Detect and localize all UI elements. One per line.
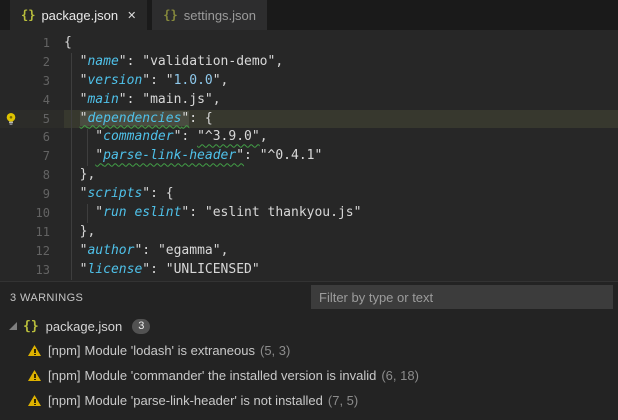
problem-source: [npm]	[48, 393, 81, 408]
line-number: 11	[35, 224, 50, 239]
problem-item[interactable]: [npm] Module 'commander' the installed v…	[0, 363, 618, 388]
editor-lines: 1{2 "name": "validation-demo", 3 "version…	[0, 34, 618, 280]
problem-item[interactable]: [npm] Module 'lodash' is extraneous (5, …	[0, 338, 618, 363]
tab-label: package.json	[41, 7, 119, 23]
code-text[interactable]: "version": "1.0.0",	[64, 72, 618, 91]
close-icon[interactable]: ✕	[127, 9, 136, 22]
warnings-count-label: 3 WARNINGS	[10, 292, 84, 304]
line-gutter: 9	[0, 185, 64, 204]
vscode-window: {} package.json ✕ {} settings.json 1{2 "…	[0, 0, 618, 420]
code-line[interactable]: 9 "scripts": {	[0, 185, 618, 204]
line-number: 5	[42, 111, 50, 126]
code-line[interactable]: 5 "dependencies": {	[0, 109, 618, 129]
code-text[interactable]: "main": "main.js",	[64, 91, 618, 110]
line-number: 13	[35, 262, 50, 277]
code-line[interactable]: 11 },	[0, 223, 618, 242]
line-gutter: 7	[0, 147, 64, 166]
line-number: 2	[42, 54, 50, 69]
line-gutter: 1	[0, 34, 64, 53]
expand-twistie-icon[interactable]	[9, 322, 17, 330]
warning-icon	[28, 395, 41, 406]
code-text[interactable]: "license": "UNLICENSED"	[64, 261, 618, 280]
line-number: 9	[42, 187, 50, 202]
line-gutter: 2	[0, 53, 64, 72]
line-number: 8	[42, 168, 50, 183]
code-line[interactable]: 7 "parse-link-header": "^0.4.1"	[0, 147, 618, 166]
code-text[interactable]: "author": "egamma",	[64, 242, 618, 261]
warning-icon	[28, 345, 41, 356]
line-gutter: 12	[0, 242, 64, 261]
code-text[interactable]: "parse-link-header": "^0.4.1"	[64, 147, 618, 166]
tab-settings-json[interactable]: {} settings.json	[152, 0, 268, 30]
code-editor[interactable]: 1{2 "name": "validation-demo", 3 "version…	[0, 30, 618, 281]
line-number: 6	[42, 130, 50, 145]
code-line[interactable]: 2 "name": "validation-demo",	[0, 53, 618, 72]
problem-message: Module 'parse-link-header' is not instal…	[84, 393, 323, 408]
problem-source: [npm]	[48, 343, 81, 358]
problem-source: [npm]	[48, 368, 81, 383]
problems-filter-input[interactable]	[311, 285, 613, 309]
problem-position: (7, 5)	[327, 393, 359, 408]
line-number: 7	[42, 149, 50, 164]
line-number: 4	[42, 92, 50, 107]
tab-package-json[interactable]: {} package.json ✕	[10, 0, 148, 30]
problems-count-badge: 3	[132, 318, 151, 334]
code-line[interactable]: 1{	[0, 34, 618, 53]
line-gutter: 10	[0, 204, 64, 223]
problems-panel: 3 WARNINGS {} package.json 3 [npm] Modul…	[0, 281, 618, 420]
line-gutter: 8	[0, 166, 64, 185]
line-gutter: 5	[0, 109, 64, 129]
code-text[interactable]: },	[64, 223, 618, 242]
code-text[interactable]: "name": "validation-demo",	[64, 53, 618, 72]
code-line[interactable]: 12 "author": "egamma",	[0, 242, 618, 261]
problem-position: (5, 3)	[259, 343, 291, 358]
code-text[interactable]: "scripts": {	[64, 185, 618, 204]
code-text[interactable]: "dependencies": {	[64, 109, 618, 129]
line-gutter: 4	[0, 91, 64, 110]
tab-label: settings.json	[183, 7, 257, 23]
line-gutter: 3	[0, 72, 64, 91]
line-number: 1	[42, 36, 50, 50]
json-file-icon: {}	[21, 8, 36, 22]
problems-file-group[interactable]: {} package.json 3	[0, 314, 618, 338]
problems-panel-header: 3 WARNINGS	[0, 282, 618, 312]
code-line[interactable]: 4 "main": "main.js",	[0, 91, 618, 110]
lightbulb-icon[interactable]	[4, 112, 18, 126]
json-file-icon: {}	[163, 8, 178, 22]
problems-file-name: package.json	[45, 318, 123, 334]
line-gutter: 6	[0, 128, 64, 147]
editor-tab-bar: {} package.json ✕ {} settings.json	[0, 0, 618, 30]
code-line[interactable]: 10 "run eslint": "eslint thankyou.js"	[0, 204, 618, 223]
code-line[interactable]: 6 "commander": "^3.9.0",	[0, 128, 618, 147]
problem-item[interactable]: [npm] Module 'parse-link-header' is not …	[0, 388, 618, 413]
line-number: 10	[35, 206, 50, 221]
line-number: 3	[42, 73, 50, 88]
line-number: 12	[35, 243, 50, 258]
line-gutter: 11	[0, 223, 64, 242]
warning-icon	[28, 370, 41, 381]
code-text[interactable]: "commander": "^3.9.0",	[64, 128, 618, 147]
json-file-icon: {}	[23, 318, 39, 334]
problem-position: (6, 18)	[381, 368, 419, 383]
code-text[interactable]: "run eslint": "eslint thankyou.js"	[64, 204, 618, 223]
line-gutter: 13	[0, 261, 64, 280]
code-line[interactable]: 13 "license": "UNLICENSED"	[0, 261, 618, 280]
code-line[interactable]: 3 "version": "1.0.0",	[0, 72, 618, 91]
code-line[interactable]: 8 },	[0, 166, 618, 185]
problem-message: Module 'commander' the installed version…	[84, 368, 377, 383]
problem-message: Module 'lodash' is extraneous	[84, 343, 255, 358]
code-text[interactable]: },	[64, 166, 618, 185]
code-text[interactable]: {	[64, 34, 618, 53]
